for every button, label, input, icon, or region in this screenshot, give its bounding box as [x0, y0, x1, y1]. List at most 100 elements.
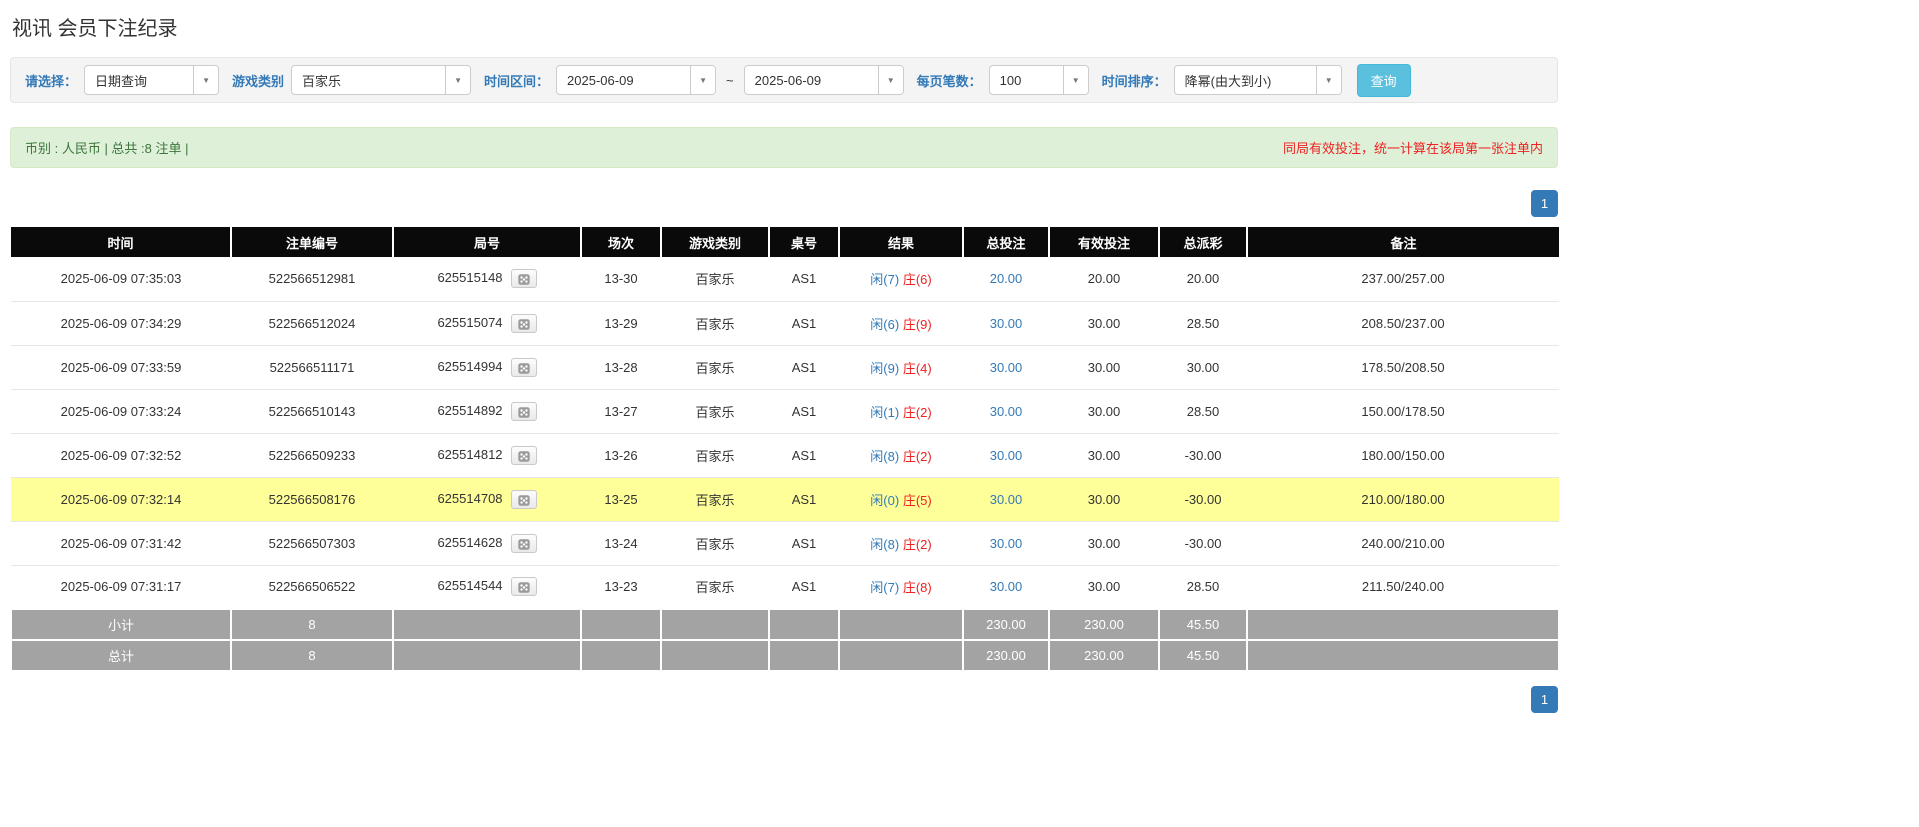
- table-row[interactable]: 2025-06-09 07:32:52522566509233625514812…: [11, 433, 1559, 477]
- total-bet-link[interactable]: 30.00: [990, 536, 1023, 551]
- game-type-select[interactable]: 百家乐 ▼: [291, 65, 471, 95]
- bet-time-cell: 2025-06-09 07:32:14: [11, 477, 231, 521]
- payout-cell: 28.50: [1159, 301, 1247, 345]
- total-row: 总计8230.00230.0045.50: [11, 640, 1559, 671]
- table-row[interactable]: 2025-06-09 07:35:03522566512981625515148…: [11, 257, 1559, 301]
- summary-cell: 总计: [11, 640, 231, 671]
- total-bet-link[interactable]: 30.00: [990, 316, 1023, 331]
- result-banker: 庄(2): [903, 405, 932, 420]
- table-row[interactable]: 2025-06-09 07:33:24522566510143625514892…: [11, 389, 1559, 433]
- session-cell: 13-24: [581, 521, 661, 565]
- summary-cell: [769, 640, 839, 671]
- round-detail-button[interactable]: [511, 446, 537, 465]
- table-row[interactable]: 2025-06-09 07:33:59522566511171625514994…: [11, 345, 1559, 389]
- filter-bar: 请选择： 日期查询 ▼ 游戏类别 百家乐 ▼ 时间区间： 2025-06-09 …: [10, 57, 1558, 103]
- summary-cell: 230.00: [963, 640, 1049, 671]
- page-size-select[interactable]: 100 ▼: [989, 65, 1089, 95]
- game-type-value: 百家乐: [292, 66, 445, 94]
- bet-id-cell: 522566508176: [231, 477, 393, 521]
- round-detail-icon: [517, 450, 531, 463]
- bet-time-cell: 2025-06-09 07:34:29: [11, 301, 231, 345]
- round-detail-icon: [517, 538, 531, 551]
- payout-cell: -30.00: [1159, 521, 1247, 565]
- table-foot: 小计8230.00230.0045.50总计8230.00230.0045.50: [11, 609, 1559, 671]
- sort-order-select[interactable]: 降幂(由大到小) ▼: [1174, 65, 1342, 95]
- summary-cell: 230.00: [1049, 640, 1159, 671]
- chevron-down-icon[interactable]: ▼: [1316, 66, 1341, 94]
- valid-bet-cell: 20.00: [1049, 257, 1159, 301]
- result-banker: 庄(9): [903, 317, 932, 332]
- bet-id-cell: 522566509233: [231, 433, 393, 477]
- bet-id-cell: 522566510143: [231, 389, 393, 433]
- remark-cell: 180.00/150.00: [1247, 433, 1559, 477]
- chevron-down-icon[interactable]: ▼: [1063, 66, 1088, 94]
- chevron-down-icon[interactable]: ▼: [445, 66, 470, 94]
- result-banker: 庄(4): [903, 361, 932, 376]
- round-detail-button[interactable]: [511, 577, 537, 596]
- total-bet-link[interactable]: 30.00: [990, 404, 1023, 419]
- column-header: 有效投注: [1049, 227, 1159, 257]
- result-player: 闲(1): [870, 405, 899, 420]
- result-player: 闲(7): [870, 580, 899, 595]
- bet-time-cell: 2025-06-09 07:33:59: [11, 345, 231, 389]
- payout-cell: 28.50: [1159, 389, 1247, 433]
- summary-cell: 8: [231, 640, 393, 671]
- summary-cell: [581, 609, 661, 640]
- total-bet-cell: 30.00: [963, 301, 1049, 345]
- date-range-separator: ~: [723, 73, 737, 88]
- round-detail-button[interactable]: [511, 358, 537, 377]
- summary-cell: 8: [231, 609, 393, 640]
- table-row[interactable]: 2025-06-09 07:31:42522566507303625514628…: [11, 521, 1559, 565]
- query-type-select[interactable]: 日期查询 ▼: [84, 65, 219, 95]
- result-player: 闲(8): [870, 537, 899, 552]
- sort-order-label: 时间排序：: [1102, 71, 1167, 90]
- round-detail-button[interactable]: [511, 490, 537, 509]
- result-cell: 闲(9) 庄(4): [839, 345, 963, 389]
- total-bet-cell: 20.00: [963, 257, 1049, 301]
- column-header: 场次: [581, 227, 661, 257]
- round-id: 625514994: [437, 358, 502, 373]
- page-button-1[interactable]: 1: [1531, 190, 1558, 217]
- table-head: 时间注单编号局号场次游戏类别桌号结果总投注有效投注总派彩备注: [11, 227, 1559, 257]
- table-row[interactable]: 2025-06-09 07:34:29522566512024625515074…: [11, 301, 1559, 345]
- table-row[interactable]: 2025-06-09 07:32:14522566508176625514708…: [11, 477, 1559, 521]
- table-row[interactable]: 2025-06-09 07:31:17522566506522625514544…: [11, 565, 1559, 609]
- date-to-select[interactable]: 2025-06-09 ▼: [744, 65, 904, 95]
- game-type-cell: 百家乐: [661, 565, 769, 609]
- page-title: 视讯 会员下注纪录: [12, 12, 1558, 41]
- total-bet-link[interactable]: 30.00: [990, 492, 1023, 507]
- pagination-top: 1: [10, 190, 1558, 217]
- total-bet-link[interactable]: 30.00: [990, 448, 1023, 463]
- result-player: 闲(8): [870, 449, 899, 464]
- round-detail-button[interactable]: [511, 534, 537, 553]
- total-bet-link[interactable]: 20.00: [990, 271, 1023, 286]
- search-button[interactable]: 查询: [1357, 64, 1411, 97]
- subtotal-row: 小计8230.00230.0045.50: [11, 609, 1559, 640]
- total-bet-link[interactable]: 30.00: [990, 579, 1023, 594]
- valid-bet-cell: 30.00: [1049, 301, 1159, 345]
- round-detail-button[interactable]: [511, 402, 537, 421]
- round-detail-button[interactable]: [511, 314, 537, 333]
- currency-total-text: 币别 : 人民币 | 总共 :8 注单 |: [25, 138, 189, 157]
- chevron-down-icon[interactable]: ▼: [878, 66, 903, 94]
- chevron-down-icon[interactable]: ▼: [690, 66, 715, 94]
- payout-cell: -30.00: [1159, 477, 1247, 521]
- total-bet-cell: 30.00: [963, 389, 1049, 433]
- round-detail-button[interactable]: [511, 269, 537, 288]
- chevron-down-icon[interactable]: ▼: [193, 66, 218, 94]
- summary-cell: [839, 609, 963, 640]
- date-from-select[interactable]: 2025-06-09 ▼: [556, 65, 716, 95]
- page-button-1[interactable]: 1: [1531, 686, 1558, 713]
- summary-cell: 230.00: [963, 609, 1049, 640]
- round-cell: 625514708: [393, 477, 581, 521]
- table-no-cell: AS1: [769, 345, 839, 389]
- result-banker: 庄(2): [903, 537, 932, 552]
- total-bet-cell: 30.00: [963, 521, 1049, 565]
- total-bet-cell: 30.00: [963, 565, 1049, 609]
- round-detail-icon: [517, 273, 531, 286]
- column-header: 时间: [11, 227, 231, 257]
- summary-bar: 币别 : 人民币 | 总共 :8 注单 | 同局有效投注，统一计算在该局第一张注…: [10, 127, 1558, 168]
- table-no-cell: AS1: [769, 257, 839, 301]
- page-size-label: 每页笔数：: [917, 71, 982, 90]
- total-bet-link[interactable]: 30.00: [990, 360, 1023, 375]
